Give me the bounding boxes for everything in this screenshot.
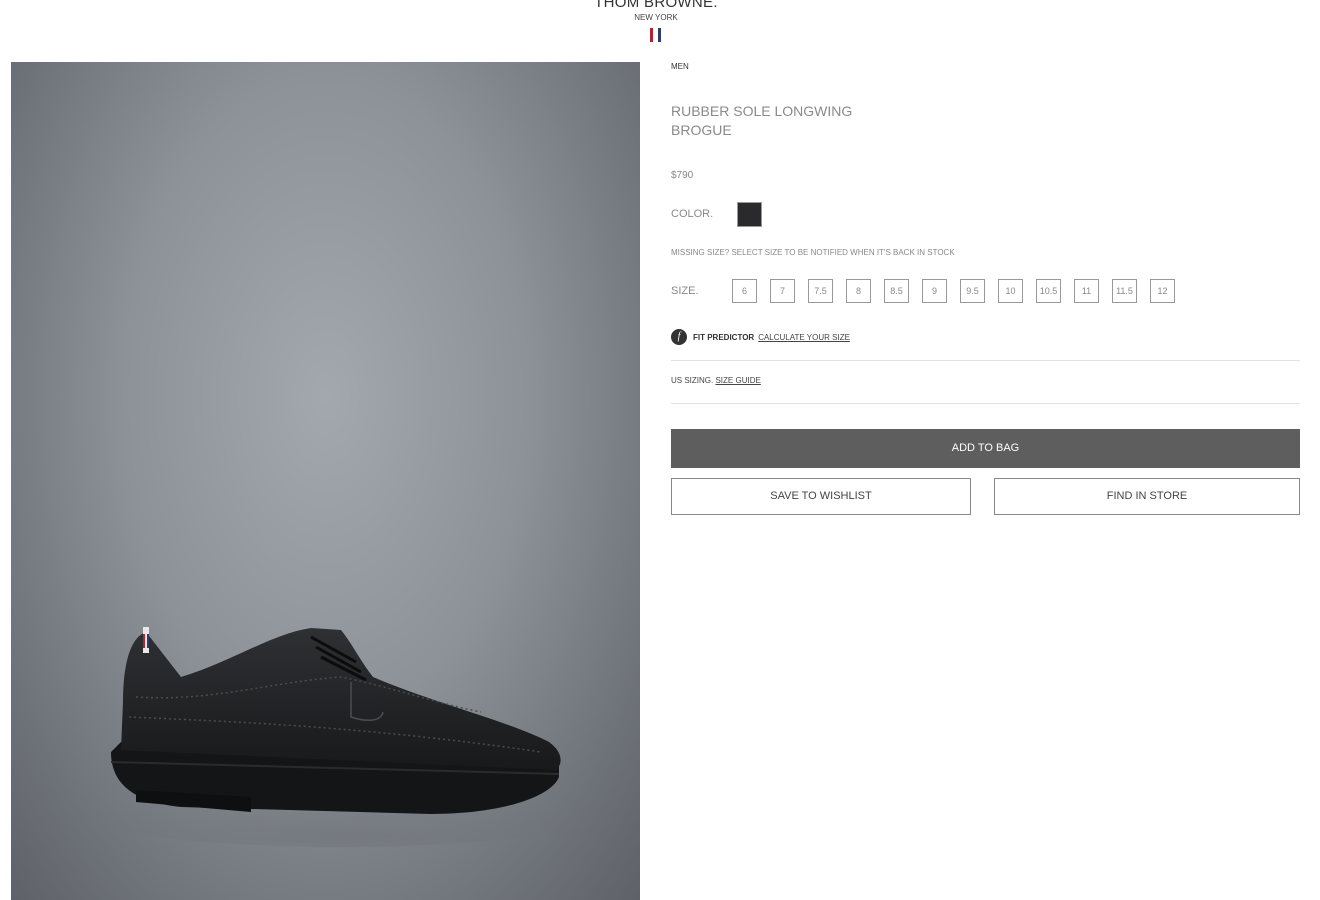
tricolor-flag-icon xyxy=(650,28,662,42)
missing-size-notice: MISSING SIZE? SELECT SIZE TO BE NOTIFIED… xyxy=(671,248,955,257)
site-header: THOM BROWNE. NEW YORK xyxy=(0,0,1320,50)
size-option[interactable]: 10 xyxy=(998,279,1023,303)
divider xyxy=(671,403,1300,404)
fit-predictor: f FIT PREDICTOR CALCULATE YOUR SIZE xyxy=(671,328,850,346)
brogue-shoe-icon xyxy=(61,627,621,847)
size-option[interactable]: 8.5 xyxy=(884,279,909,303)
us-sizing-label: US SIZING. xyxy=(671,376,714,385)
divider xyxy=(671,360,1300,361)
size-option[interactable]: 9.5 xyxy=(960,279,985,303)
us-sizing-row: US SIZING. SIZE GUIDE xyxy=(671,376,761,385)
size-option[interactable]: 11 xyxy=(1074,279,1099,303)
brand-logo[interactable]: THOM BROWNE. xyxy=(0,0,1312,11)
size-guide-link[interactable]: SIZE GUIDE xyxy=(715,376,760,385)
product-title: RUBBER SOLE LONGWING BROGUE xyxy=(671,103,853,138)
save-to-wishlist-button[interactable]: SAVE TO WISHLIST xyxy=(671,478,971,515)
category-label[interactable]: MEN xyxy=(671,62,689,71)
calculate-size-link[interactable]: CALCULATE YOUR SIZE xyxy=(758,333,850,342)
size-option[interactable]: 12 xyxy=(1150,279,1175,303)
color-label: COLOR. xyxy=(671,208,714,220)
color-swatch[interactable] xyxy=(737,202,762,227)
size-label: SIZE. xyxy=(671,285,699,297)
size-option[interactable]: 7 xyxy=(770,279,795,303)
fit-predictor-icon: f xyxy=(671,329,687,345)
brand-subtitle: NEW YORK xyxy=(634,13,678,22)
add-to-bag-button[interactable]: ADD TO BAG xyxy=(671,429,1300,468)
size-option[interactable]: 9 xyxy=(922,279,947,303)
size-option[interactable]: 7.5 xyxy=(808,279,833,303)
product-price: $790 xyxy=(671,170,694,181)
find-in-store-button[interactable]: FIND IN STORE xyxy=(994,478,1300,515)
size-option[interactable]: 8 xyxy=(846,279,871,303)
size-option[interactable]: 10.5 xyxy=(1036,279,1061,303)
product-image[interactable] xyxy=(11,62,640,900)
fit-predictor-label: FIT PREDICTOR xyxy=(693,332,755,342)
size-option[interactable]: 11.5 xyxy=(1112,279,1137,303)
size-option[interactable]: 6 xyxy=(732,279,757,303)
